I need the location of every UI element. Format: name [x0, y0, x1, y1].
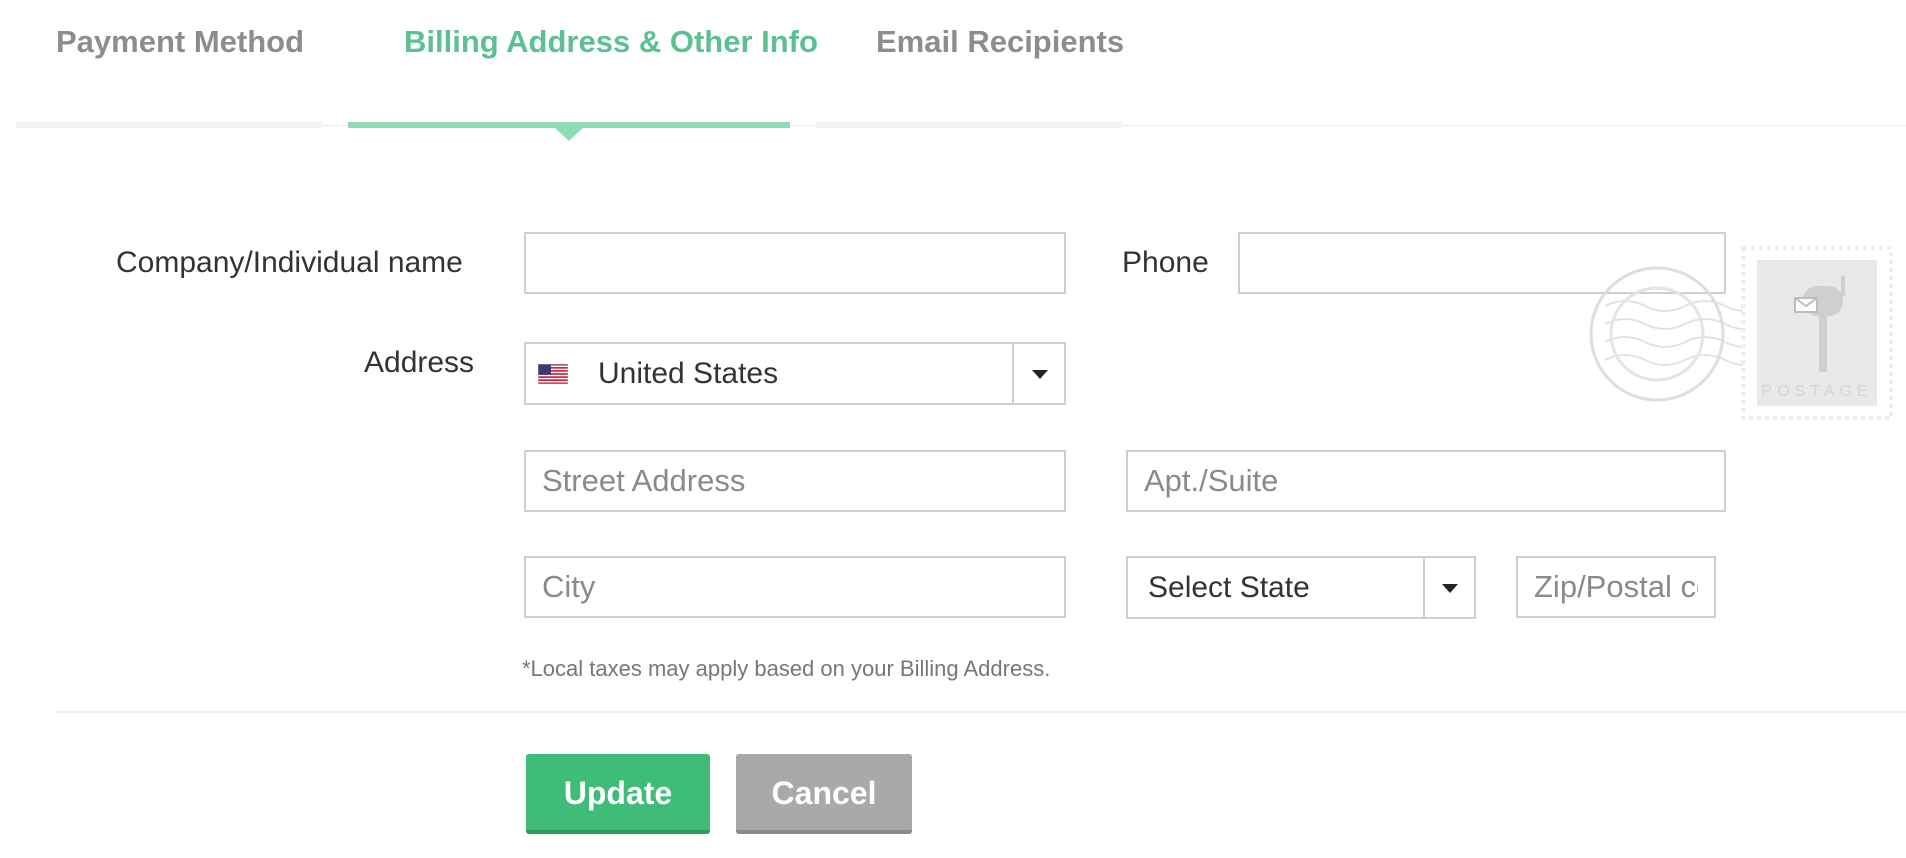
tab-email-recipients-underline [816, 122, 1122, 128]
state-select[interactable]: Select State [1126, 556, 1476, 619]
tab-billing-address[interactable]: Billing Address & Other Info [348, 0, 818, 141]
apt-suite-input[interactable] [1126, 450, 1726, 512]
update-button[interactable]: Update [526, 754, 710, 834]
company-name-label: Company/Individual name [116, 246, 463, 279]
company-name-input[interactable] [524, 232, 1066, 294]
address-label: Address [364, 346, 475, 379]
tab-billing-address-label: Billing Address & Other Info [404, 24, 818, 59]
street-address-input[interactable] [524, 450, 1066, 512]
billing-page: Payment Method Billing Address & Other I… [0, 0, 1906, 858]
postage-stamp-decoration: POSTAGE [1589, 246, 1893, 420]
tab-email-recipients-label: Email Recipients [876, 24, 1125, 59]
tab-payment-method-underline [16, 122, 322, 128]
phone-label: Phone [1122, 246, 1209, 279]
country-select-divider [1012, 344, 1014, 403]
state-select-divider [1423, 558, 1425, 617]
city-input[interactable] [524, 556, 1066, 618]
us-flag-icon [538, 364, 568, 384]
active-tab-indicator [554, 127, 584, 141]
tab-payment-method[interactable]: Payment Method [16, 0, 322, 128]
tab-email-recipients[interactable]: Email Recipients [816, 0, 1125, 128]
chevron-down-icon [1032, 370, 1048, 379]
zip-postal-code-input[interactable] [1516, 556, 1716, 618]
state-select-value: Select State [1148, 571, 1310, 604]
tab-payment-method-label: Payment Method [56, 24, 305, 59]
tax-note: *Local taxes may apply based on your Bil… [522, 656, 1051, 681]
country-select[interactable]: United States [524, 342, 1066, 405]
tab-bar: Payment Method Billing Address & Other I… [16, 0, 1906, 141]
chevron-down-icon [1442, 584, 1458, 593]
form-divider [56, 711, 1906, 713]
country-select-value: United States [598, 357, 779, 390]
cancel-button[interactable]: Cancel [736, 754, 912, 834]
postage-stamp-text: POSTAGE [1761, 383, 1872, 400]
